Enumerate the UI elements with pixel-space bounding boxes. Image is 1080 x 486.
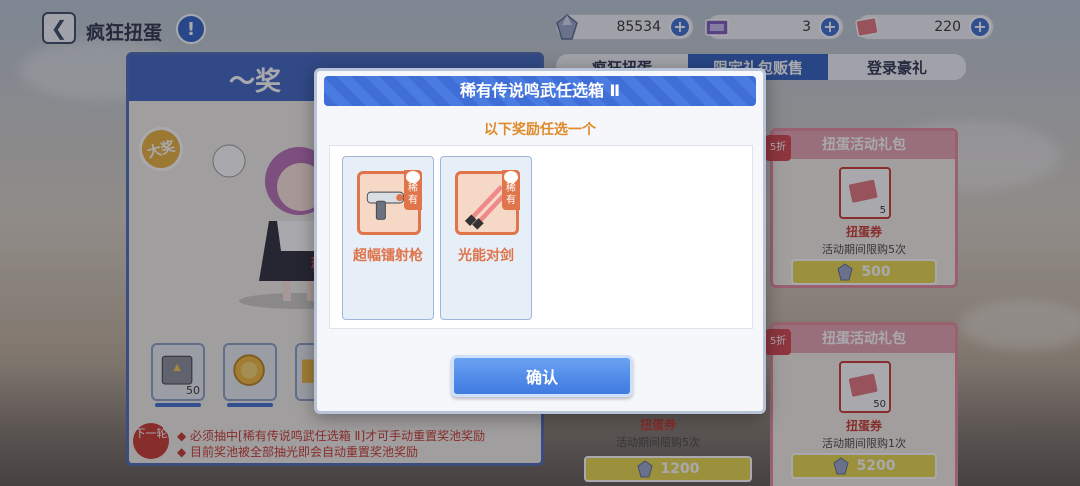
choice-item-energy-swords[interactable]: 稀有 光能对剑 [440,156,532,320]
laser-gun-icon: 稀有 [357,170,422,235]
dialog-subtitle: 以下奖励任选一个 [484,122,596,138]
selection-box-dialog: 稀有传说鸣武任选箱 Ⅱ 以下奖励任选一个 稀有 超幅镭射枪 稀有 光能对剑 确认 [314,68,766,414]
dialog-title: 稀有传说鸣武任选箱 Ⅱ [324,76,756,106]
rarity-tag: 稀有 [502,170,520,210]
confirm-button[interactable]: 确认 [451,355,633,397]
rarity-tag: 稀有 [404,170,422,210]
choice-item-laser-gun[interactable]: 稀有 超幅镭射枪 [342,156,434,320]
choice-item-name: 超幅镭射枪 [353,248,423,264]
choice-item-name: 光能对剑 [458,248,514,264]
choice-list: 稀有 超幅镭射枪 稀有 光能对剑 [329,145,753,329]
energy-swords-icon: 稀有 [455,170,520,235]
